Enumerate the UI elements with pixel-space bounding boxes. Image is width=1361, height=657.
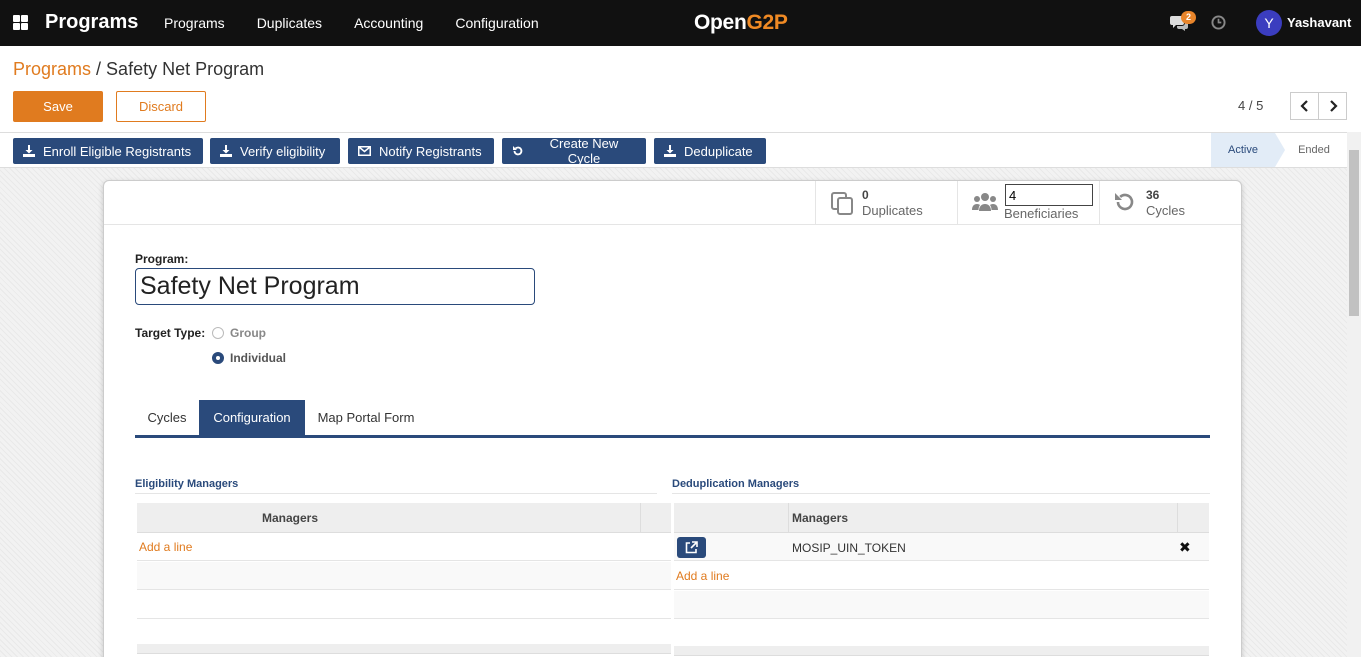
logo-accent-text: G2P: [746, 11, 788, 34]
stage-ended[interactable]: Ended: [1283, 133, 1345, 167]
logo-main-text: Open: [694, 11, 747, 34]
cycles-smart-button[interactable]: 36 Cycles: [1099, 181, 1241, 225]
clock-icon[interactable]: [1211, 15, 1226, 30]
avatar[interactable]: Y: [1256, 10, 1282, 36]
save-button[interactable]: Save: [13, 91, 103, 122]
radio-checked[interactable]: [212, 352, 224, 364]
menu-item-duplicates[interactable]: Duplicates: [257, 15, 322, 31]
refresh-icon: [1115, 193, 1134, 211]
table-row: [137, 591, 671, 619]
create-new-cycle-button[interactable]: Create New Cycle: [502, 136, 646, 166]
stage-active[interactable]: Active: [1211, 133, 1285, 167]
table-row: [674, 591, 1209, 619]
menu-item-accounting[interactable]: Accounting: [354, 15, 423, 31]
deduplicate-button[interactable]: Deduplicate: [654, 138, 766, 164]
apps-grid-icon[interactable]: [13, 15, 28, 30]
beneficiaries-count-input[interactable]: [1005, 184, 1093, 206]
user-name[interactable]: Yashavant: [1287, 15, 1351, 30]
top-navbar: Programs Programs Duplicates Accounting …: [0, 0, 1361, 46]
breadcrumb-current: Safety Net Program: [106, 59, 265, 79]
verify-label: Verify eligibility: [240, 143, 326, 159]
deduplication-add-line-link[interactable]: Add a line: [676, 569, 729, 583]
section-divider: [672, 493, 1210, 494]
eligibility-managers-title: Eligibility Managers: [135, 478, 239, 490]
eligibility-footer: [137, 644, 671, 654]
download-icon: [664, 145, 676, 157]
notify-registrants-button[interactable]: Notify Registrants: [348, 138, 494, 164]
external-link-icon: [685, 541, 698, 554]
form-sheet: 0 Duplicates Beneficiaries 36 Cycles P: [103, 180, 1242, 657]
table-row[interactable]: MOSIP_UIN_TOKEN ✖: [674, 533, 1209, 561]
breadcrumb-separator: /: [91, 59, 107, 79]
tab-configuration[interactable]: Configuration: [199, 400, 305, 435]
program-name-label: Program:: [135, 252, 189, 266]
pager-value[interactable]: 4 / 5: [1238, 98, 1263, 113]
eligibility-managers-column[interactable]: Managers: [262, 511, 318, 525]
enroll-label: Enroll Eligible Registrants: [43, 143, 192, 159]
deduplication-managers-column[interactable]: Managers: [792, 511, 848, 525]
column-separator: [640, 503, 641, 533]
duplicates-count: 0: [862, 188, 869, 202]
close-icon[interactable]: ✖: [1179, 539, 1191, 556]
app-title[interactable]: Programs: [45, 11, 138, 34]
menu-item-configuration[interactable]: Configuration: [455, 15, 538, 31]
new-cycle-label: Create New Cycle: [549, 136, 619, 166]
chevron-right-icon: [1329, 100, 1338, 112]
verify-eligibility-button[interactable]: Verify eligibility: [210, 138, 340, 164]
menu-item-programs[interactable]: Programs: [164, 15, 225, 31]
section-divider: [135, 493, 657, 494]
radio-unchecked[interactable]: [212, 327, 224, 339]
table-row: [137, 562, 671, 590]
scrollbar-thumb[interactable]: [1349, 150, 1359, 316]
deduplication-add-row: Add a line: [674, 562, 1209, 590]
notification-badge: 2: [1181, 11, 1197, 24]
download-icon: [23, 145, 35, 157]
download-icon: [220, 145, 232, 157]
target-type-individual-radio[interactable]: Individual: [212, 351, 286, 365]
beneficiaries-smart-button[interactable]: Beneficiaries: [957, 181, 1099, 225]
pager-previous-button[interactable]: [1290, 92, 1319, 120]
duplicates-label: Duplicates: [862, 203, 923, 218]
envelope-icon: [358, 146, 371, 156]
column-separator: [788, 503, 789, 533]
openg2p-logo: OpenG2P: [694, 11, 788, 35]
duplicates-smart-button[interactable]: 0 Duplicates: [815, 181, 957, 225]
copy-icon: [831, 192, 853, 215]
beneficiaries-label: Beneficiaries: [1004, 206, 1079, 221]
chevron-left-icon: [1299, 100, 1308, 112]
breadcrumb: Programs / Safety Net Program: [13, 59, 264, 80]
tab-map-portal-form[interactable]: Map Portal Form: [305, 400, 427, 435]
target-type-label: Target Type:: [135, 326, 206, 340]
refresh-icon: [512, 146, 523, 156]
eligibility-managers-header: Managers: [137, 503, 671, 533]
notify-label: Notify Registrants: [379, 143, 482, 159]
column-separator: [1177, 503, 1178, 533]
main-menu: Programs Duplicates Accounting Configura…: [164, 15, 571, 31]
deduplication-managers-title: Deduplication Managers: [672, 478, 800, 490]
pager-next-button[interactable]: [1318, 92, 1347, 120]
statusbar: Enroll Eligible Registrants Verify eligi…: [0, 132, 1361, 168]
enroll-eligible-registrants-button[interactable]: Enroll Eligible Registrants: [13, 138, 203, 164]
cycles-label: Cycles: [1146, 203, 1186, 218]
smart-button-box: 0 Duplicates Beneficiaries 36 Cycles: [104, 181, 1241, 225]
eligibility-add-row: Add a line: [137, 533, 671, 561]
deduplication-footer: [674, 646, 1209, 656]
target-type-group-radio[interactable]: Group: [212, 326, 266, 340]
deduplication-managers-header: Managers: [674, 503, 1209, 533]
target-type-group-label: Group: [230, 326, 266, 340]
eligibility-add-line-link[interactable]: Add a line: [139, 540, 192, 554]
users-icon: [972, 193, 998, 211]
open-record-button[interactable]: [677, 537, 706, 558]
deduplicate-label: Deduplicate: [684, 143, 753, 159]
notebook-tabs: Cycles Configuration Map Portal Form: [135, 400, 1210, 438]
breadcrumb-programs-link[interactable]: Programs: [13, 59, 91, 79]
cycles-count: 36: [1146, 188, 1160, 202]
vertical-scrollbar[interactable]: [1347, 132, 1361, 657]
deduplication-manager-name[interactable]: MOSIP_UIN_TOKEN: [792, 541, 906, 555]
program-name-input[interactable]: [135, 268, 535, 305]
discard-button[interactable]: Discard: [116, 91, 206, 122]
target-type-individual-label: Individual: [230, 351, 287, 365]
tab-cycles[interactable]: Cycles: [135, 400, 199, 435]
